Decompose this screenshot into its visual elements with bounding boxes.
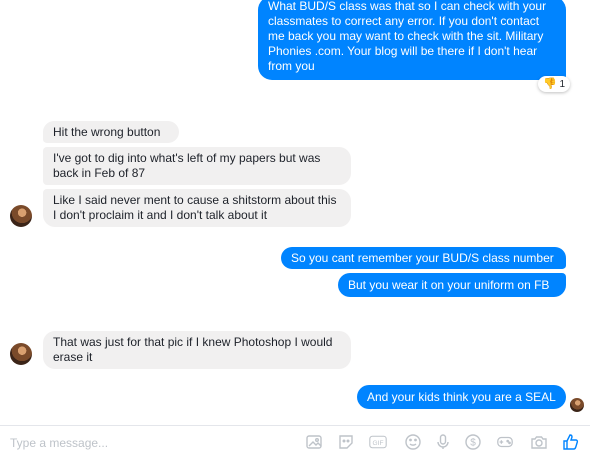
message-outgoing[interactable]: So you cant remember your BUD/S class nu… xyxy=(281,247,566,269)
emoji-icon[interactable] xyxy=(403,432,423,452)
message-outgoing[interactable]: But you wear it on your uniform on FB xyxy=(338,273,566,297)
svg-text:GIF: GIF xyxy=(373,440,384,447)
message-outgoing[interactable]: What BUD/S class was that so I can check… xyxy=(258,0,566,80)
contact-avatar[interactable] xyxy=(10,343,32,365)
microphone-icon[interactable] xyxy=(433,432,453,452)
reaction-badge[interactable]: 👎 1 xyxy=(538,76,571,92)
svg-text:$: $ xyxy=(470,438,476,449)
message-thread: What BUD/S class was that so I can check… xyxy=(0,0,590,425)
game-icon[interactable] xyxy=(495,432,515,452)
reaction-count: 1 xyxy=(559,79,566,90)
message-incoming[interactable]: Like I said never ment to cause a shitst… xyxy=(43,189,351,227)
message-incoming[interactable]: That was just for that pic if I knew Pho… xyxy=(43,331,351,369)
sticker-icon[interactable] xyxy=(336,432,356,452)
gif-icon[interactable]: GIF xyxy=(368,432,388,452)
camera-icon[interactable] xyxy=(529,432,549,452)
photo-icon[interactable] xyxy=(304,432,324,452)
payment-icon[interactable]: $ xyxy=(463,432,483,452)
message-incoming[interactable]: Hit the wrong button xyxy=(43,121,179,143)
thumbs-down-icon: 👎 xyxy=(543,78,557,90)
like-icon[interactable] xyxy=(561,432,581,452)
contact-avatar[interactable] xyxy=(10,205,32,227)
message-composer: GIF $ xyxy=(0,425,590,452)
message-input[interactable] xyxy=(10,434,240,452)
message-incoming[interactable]: I've got to dig into what's left of my p… xyxy=(43,147,351,185)
read-receipt-avatar xyxy=(570,398,584,412)
message-outgoing[interactable]: And your kids think you are a SEAL xyxy=(357,385,566,409)
